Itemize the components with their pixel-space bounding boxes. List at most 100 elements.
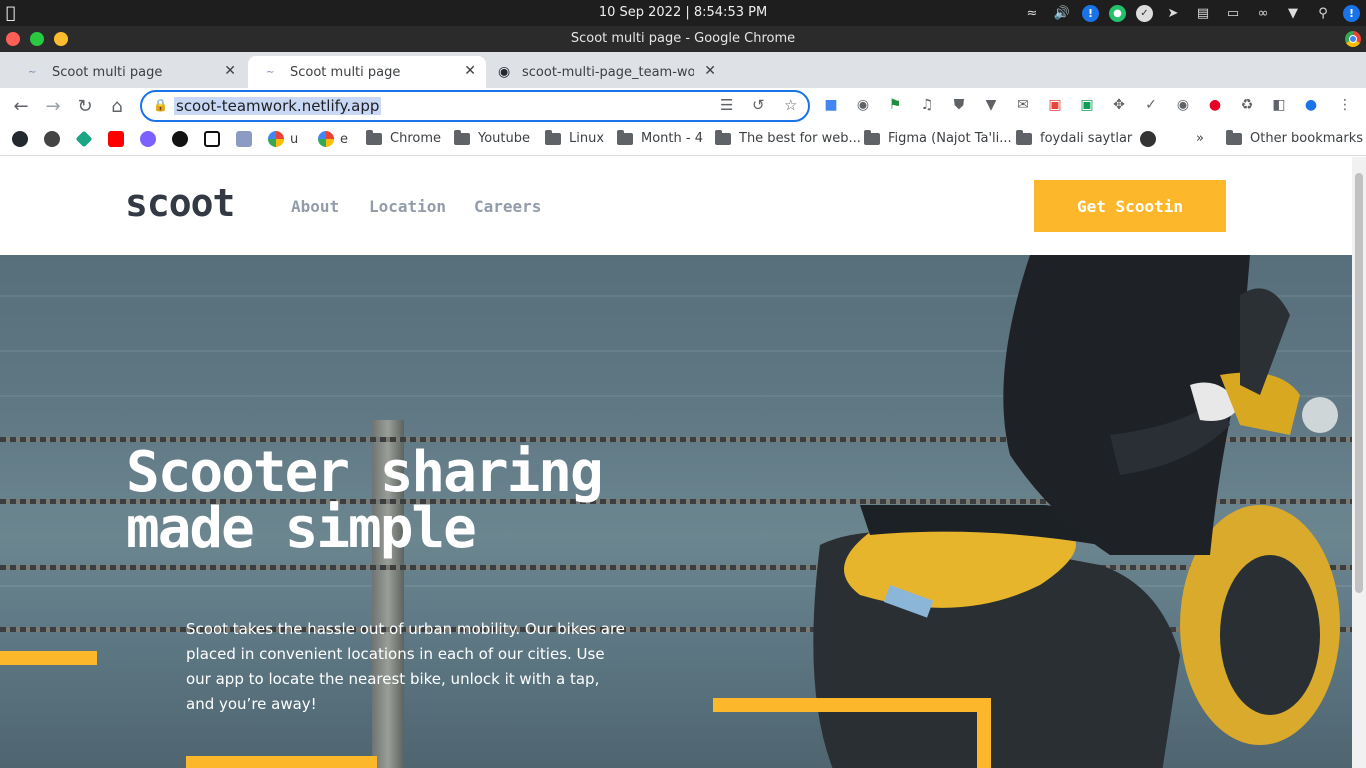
bookmark-folder-linux[interactable]: Linux (545, 129, 604, 146)
bookmark-icon[interactable] (44, 131, 66, 147)
nav-link-careers[interactable]: Careers (474, 197, 541, 216)
wifi-icon[interactable]: ≈ (1022, 3, 1042, 23)
folder-icon (864, 129, 880, 145)
profile-avatar-icon[interactable]: ● (1300, 94, 1322, 116)
nav-link-location[interactable]: Location (369, 197, 446, 216)
folder-icon (1016, 129, 1032, 145)
check-icon[interactable]: ✓ (1136, 4, 1153, 22)
volume-icon[interactable]: 🔊 (1052, 3, 1072, 23)
yellow-decor-frame (713, 698, 991, 768)
chat-icon[interactable]: ● (1109, 4, 1126, 22)
side-panel-icon[interactable]: ◧ (1268, 94, 1290, 116)
bookmark-folder-month[interactable]: Month - 4 (617, 129, 703, 146)
folder-icon (1226, 129, 1242, 145)
battery-icon[interactable]: ▭ (1223, 3, 1243, 23)
github-icon: ◉ (498, 64, 511, 80)
bookmark-star-icon[interactable]: ☆ (784, 96, 797, 114)
scoot-bookmark-icon[interactable] (236, 131, 258, 147)
close-tab-icon[interactable]: ✕ (464, 63, 476, 79)
bookmark-folder-other[interactable]: Other bookmarks (1226, 129, 1363, 146)
flag-ext-icon[interactable]: ⚑ (884, 94, 906, 116)
notion-bookmark-icon[interactable] (204, 131, 226, 147)
diamond-bookmark-icon[interactable] (75, 130, 98, 148)
scoot-favicon-icon: ∼ (266, 66, 275, 78)
download-ext-icon[interactable]: ▼ (980, 94, 1002, 116)
globe-bookmark-icon[interactable] (1140, 131, 1162, 147)
hero-section: Scooter sharing made simple Scoot takes … (0, 255, 1352, 768)
folder-icon (617, 129, 633, 145)
bookmark-folder-youtube[interactable]: Youtube (454, 129, 530, 146)
address-bar[interactable]: 🔒 scoot-teamwork.netlify.app ☰ ↺ ☆ (140, 90, 810, 122)
search-icon[interactable]: ⚲ (1313, 3, 1333, 23)
site-header: scoot About Location Careers Get Scootin (0, 157, 1352, 255)
send-icon[interactable]: ➤ (1163, 3, 1183, 23)
tab-scoot-2[interactable]: ∼ Scoot multi page ✕ (248, 56, 486, 88)
home-icon[interactable]: ⌂ (104, 93, 130, 119)
tab-label: scoot-multi-page_team-work (522, 64, 694, 80)
pinterest-ext-icon[interactable]: ● (1204, 94, 1226, 116)
youtube-bookmark-icon[interactable] (108, 131, 130, 147)
rocket-bookmark-icon[interactable] (140, 131, 162, 147)
google-bookmark-u[interactable]: u (268, 131, 298, 147)
share-icon[interactable]: ↺ (752, 96, 765, 114)
tab-scoot-1[interactable]: ∼ Scoot multi page ✕ (10, 56, 246, 88)
bookmark-folder-best-web[interactable]: The best for web... (715, 129, 861, 146)
github-bookmark-icon[interactable] (12, 131, 34, 147)
page-scrollbar[interactable] (1352, 157, 1366, 768)
music-ext-icon[interactable]: ♫ (916, 94, 938, 116)
browser-toolbar: ← → ↻ ⌂ 🔒 scoot-teamwork.netlify.app ☰ ↺… (0, 88, 1366, 124)
yellow-decor-bar (0, 651, 97, 665)
folder-icon (715, 129, 731, 145)
mail-ext-icon[interactable]: ✉ (1012, 94, 1034, 116)
tab-strip: ∼ Scoot multi page ✕ ∼ Scoot multi page … (0, 52, 1366, 133)
back-icon[interactable]: ← (8, 93, 34, 119)
site-logo[interactable]: scoot (125, 181, 235, 225)
nav-link-about[interactable]: About (291, 197, 339, 216)
google-translate-ext-icon[interactable]: ■ (820, 94, 842, 116)
extensions-puzzle-icon[interactable]: ♻ (1236, 94, 1258, 116)
close-tab-icon[interactable]: ✕ (704, 63, 716, 79)
tab-label: Scoot multi page (290, 64, 401, 80)
tab-github[interactable]: ◉ scoot-multi-page_team-work ✕ (488, 56, 726, 88)
camera-ext-icon[interactable]: ◉ (1172, 94, 1194, 116)
chevron-down-icon[interactable]: ▼ (1283, 3, 1303, 23)
clipboard-icon[interactable]: ▤ (1193, 3, 1213, 23)
notification-icon[interactable]: ! (1343, 4, 1360, 22)
folder-icon (454, 129, 470, 145)
menu-kebab-icon[interactable]: ⋮ (1334, 94, 1356, 116)
google-bookmark-e[interactable]: e (318, 131, 348, 147)
shield-ext-icon[interactable]: ⛊ (948, 94, 970, 116)
folder-icon (545, 129, 561, 145)
lock-icon[interactable]: 🔒 (153, 98, 168, 112)
color-ext-icon[interactable]: ▣ (1044, 94, 1066, 116)
tab-label: Scoot multi page (52, 64, 163, 80)
web-page: scoot About Location Careers Get Scootin (0, 157, 1352, 768)
get-scootin-button[interactable]: Get Scootin (1034, 180, 1226, 232)
bookmarks-bar: u e Chrome Youtube Linux Month - 4 The b… (0, 124, 1366, 156)
more-bookmarks-icon[interactable]: » (1196, 131, 1204, 146)
url-text[interactable]: scoot-teamwork.netlify.app (174, 97, 382, 115)
info-icon[interactable]: ! (1082, 4, 1099, 22)
bookmark-folder-figma[interactable]: Figma (Najot Ta'li... (864, 129, 1012, 146)
forward-icon[interactable]: → (40, 93, 66, 119)
gmail-ext-icon[interactable]: ▣ (1076, 94, 1098, 116)
check-ext-icon[interactable]: ✓ (1140, 94, 1162, 116)
close-tab-icon[interactable]: ✕ (224, 63, 236, 79)
bookmark-folder-chrome[interactable]: Chrome (366, 129, 441, 146)
rider-image (1003, 255, 1338, 555)
window-title: Scoot multi page - Google Chrome (570, 31, 796, 46)
chrome-icon (1345, 31, 1361, 47)
triangle-bookmark-icon[interactable] (172, 131, 194, 147)
hero-description: Scoot takes the hassle out of urban mobi… (186, 620, 626, 713)
extension-globe-icon[interactable]: ◉ (852, 94, 874, 116)
bookmark-folder-foydali[interactable]: foydali saytlar (1016, 129, 1132, 146)
move-ext-icon[interactable]: ✥ (1108, 94, 1130, 116)
bluetooth-icon[interactable]: ∞ (1253, 3, 1273, 23)
scoot-favicon-icon: ∼ (28, 66, 37, 78)
hero-cta-button[interactable] (186, 756, 377, 768)
system-tray: ≈ 🔊 ! ● ✓ ➤ ▤ ▭ ∞ ▼ ⚲ ! (1022, 3, 1360, 23)
hero-title: Scooter sharing made simple (126, 440, 604, 561)
scrollbar-thumb[interactable] (1355, 173, 1363, 593)
reload-icon[interactable]: ↻ (72, 93, 98, 119)
translate-icon[interactable]: ☰ (720, 96, 733, 114)
